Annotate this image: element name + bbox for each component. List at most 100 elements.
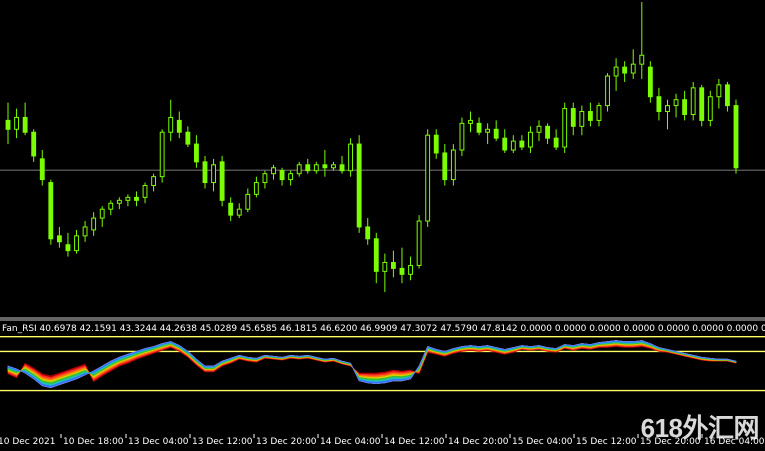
candle-body (399, 267, 405, 275)
candle-body (665, 105, 670, 113)
candle-body (348, 143, 354, 172)
candle-body (493, 128, 499, 139)
watermark-logo: 618外汇网 (640, 413, 760, 443)
candle-body (339, 164, 345, 172)
candle-body (630, 63, 636, 74)
candle-body (562, 108, 568, 148)
candle-body (185, 131, 191, 145)
candle-body (91, 217, 97, 231)
price-pane (0, 2, 765, 293)
candle-body (322, 164, 328, 169)
price-chart: Fan_RSI 40.6978 42.1591 43.3244 44.2638 … (0, 2, 765, 447)
candle-body (82, 226, 88, 237)
candle-body (134, 196, 139, 201)
candle-body (545, 125, 551, 139)
candle-body (5, 119, 11, 130)
candle-body (682, 99, 688, 115)
candle-body (74, 235, 79, 252)
candle-body (673, 99, 679, 107)
candle-body (245, 193, 251, 210)
candle-body (502, 137, 508, 151)
candle-body (468, 119, 473, 124)
candle-body (22, 116, 28, 133)
candle-body (450, 149, 456, 181)
candle-body (142, 185, 148, 198)
time-tick-label: 10 Dec 2021 (0, 437, 56, 447)
candle-body (65, 244, 71, 252)
candle-body (279, 170, 285, 181)
candle-body (373, 238, 379, 272)
candle-body (236, 208, 242, 216)
time-tick-label: 14 Dec 04:00 (320, 437, 381, 447)
candle-body (639, 54, 645, 65)
candle-body (382, 261, 388, 272)
candle-body (390, 261, 396, 269)
candle-body (176, 119, 182, 133)
time-tick-label: 10 Dec 18:00 (63, 437, 124, 447)
candle-body (202, 161, 208, 184)
candle-body (125, 196, 131, 201)
candle-body (159, 131, 165, 178)
candle-body (99, 208, 105, 219)
indicator-pane (0, 336, 765, 392)
candle-body (716, 84, 722, 98)
time-tick-label: 14 Dec 20:00 (448, 437, 509, 447)
candle-body (408, 264, 413, 275)
candle-body (168, 116, 174, 133)
candle-body (442, 152, 448, 181)
indicator-values-label: Fan_RSI 40.6978 42.1591 43.3244 44.2638 … (2, 324, 765, 334)
candle-body (39, 158, 45, 181)
candle-body (459, 122, 465, 151)
candle-body (193, 143, 199, 163)
candle-body (553, 137, 559, 148)
candle-body (416, 220, 422, 266)
candle-body (228, 202, 234, 216)
candle-body (647, 66, 653, 98)
candle-body (211, 164, 216, 184)
candle-body (622, 66, 628, 74)
time-tick-label: 13 Dec 04:00 (128, 437, 189, 447)
candle-body (725, 84, 730, 107)
candle-body (356, 143, 362, 228)
candle-body (219, 161, 225, 201)
candle-body (485, 128, 491, 133)
time-tick-label: 13 Dec 12:00 (192, 437, 253, 447)
candle-body (519, 140, 525, 148)
candle-body (48, 182, 54, 240)
candle-body (116, 199, 122, 204)
candle-body (596, 105, 602, 121)
candle-body (331, 164, 336, 169)
candle-body (528, 131, 533, 148)
candle-body (587, 111, 593, 121)
candle-body (288, 173, 294, 181)
candle-body (570, 108, 576, 127)
candle-body (365, 226, 371, 240)
candle-body (605, 75, 610, 107)
candle-body (433, 134, 439, 154)
candle-body (14, 116, 19, 130)
candle-body (108, 202, 114, 210)
candle-body (476, 122, 482, 133)
candle-body (425, 134, 431, 222)
candle-body (613, 66, 619, 77)
time-tick-label: 15 Dec 04:00 (512, 437, 573, 447)
candle-body (262, 173, 268, 184)
candle-body (56, 235, 62, 243)
candle-body (271, 167, 276, 175)
candle-body (296, 164, 302, 175)
candle-body (510, 140, 516, 151)
candle-body (313, 164, 319, 172)
candle-body (536, 125, 542, 133)
candle-body (305, 164, 311, 172)
candle-body (579, 111, 585, 127)
candle-body (699, 87, 705, 121)
candle-body (656, 96, 662, 113)
candle-body (690, 87, 696, 115)
time-tick-label: 14 Dec 12:00 (384, 437, 445, 447)
candle-body (253, 182, 259, 195)
candle-body (733, 105, 739, 169)
candle-body (707, 96, 713, 121)
candle-body (151, 176, 157, 187)
candle-body (31, 131, 37, 157)
time-tick-label: 13 Dec 20:00 (256, 437, 317, 447)
